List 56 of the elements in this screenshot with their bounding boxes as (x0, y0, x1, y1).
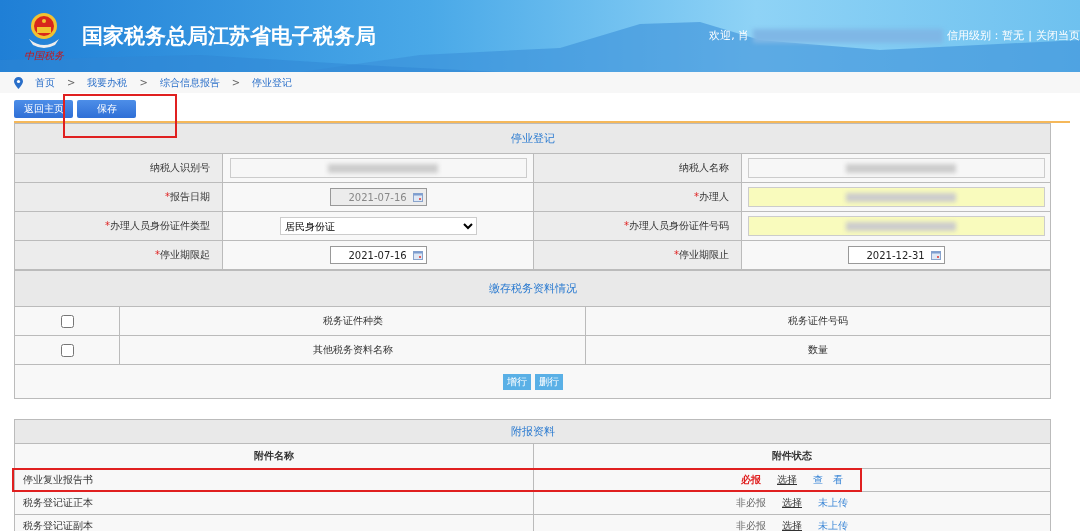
attachment-name: 税务登记证正本 (23, 497, 93, 508)
text-field[interactable] (747, 216, 1045, 236)
column-header: 附件名称 (14, 443, 534, 469)
field-label: *办理人员身份证件类型 (14, 211, 223, 241)
column-header: 附件状态 (533, 443, 1051, 469)
field-label: *办理人 (533, 182, 742, 212)
requirement-status: 非必报 (736, 520, 766, 531)
breadcrumb-link[interactable]: 我要办税 (87, 75, 128, 90)
field-label: *停业期限起 (14, 240, 223, 270)
field-label: 纳税人识别号 (14, 153, 223, 183)
breadcrumb-link[interactable]: 停业登记 (252, 75, 293, 90)
date-field[interactable]: 2021-07-16 (329, 246, 427, 264)
toolbar-button[interactable]: 保存 (77, 100, 136, 118)
text-field[interactable] (229, 158, 527, 178)
id-type-select[interactable]: 居民身份证 (279, 217, 477, 235)
field-label: 纳税人名称 (533, 153, 742, 183)
section-title: 附报资料 (14, 419, 1051, 444)
calendar-icon (412, 192, 423, 202)
view-link[interactable]: 未上传 (818, 520, 848, 531)
location-pin-icon (14, 76, 23, 89)
credit-level: 信用级别：暂无 (947, 28, 1025, 43)
section-title: 停业登记 (14, 123, 1051, 154)
date-field[interactable]: 2021-12-31 (847, 246, 945, 264)
requirement-status: 必报 (741, 474, 761, 485)
field-label: *停业期限止 (533, 240, 742, 270)
table-cell: 税务证件号码 (585, 306, 1051, 336)
field-label: *报告日期 (14, 182, 223, 212)
breadcrumb-link[interactable]: 综合信息报告 (159, 75, 220, 90)
row-checkbox[interactable] (61, 343, 74, 357)
calendar-icon (412, 250, 423, 260)
text-field[interactable] (747, 187, 1045, 207)
select-link[interactable]: 选择 (777, 474, 797, 485)
site-title: 国家税务总局江苏省电子税务局 (82, 23, 376, 50)
logo-caption: 中国税务 (24, 51, 64, 61)
select-link[interactable]: 选择 (782, 497, 802, 508)
view-link[interactable]: 未上传 (818, 497, 848, 508)
breadcrumb-separator: > (67, 77, 76, 88)
table-cell: 税务证件种类 (119, 306, 586, 336)
row-checkbox[interactable] (61, 314, 74, 328)
attachment-name: 税务登记证副本 (23, 520, 93, 531)
welcome-text: 欢迎, 肖 (709, 28, 750, 43)
section-title: 缴存税务资料情况 (14, 270, 1051, 307)
separator-text: | (1028, 29, 1032, 42)
breadcrumb-separator: > (139, 77, 148, 88)
toolbar-button[interactable]: 返回主页 (14, 100, 73, 118)
requirement-status: 非必报 (736, 497, 766, 508)
view-link[interactable]: 查 看 (813, 474, 843, 485)
table-cell: 数量 (585, 335, 1051, 365)
text-field[interactable] (747, 158, 1045, 178)
breadcrumb-link[interactable]: 首页 (35, 75, 55, 90)
table-cell: 其他税务资料名称 (119, 335, 586, 365)
attachment-name: 停业复业报告书 (23, 474, 93, 485)
select-link[interactable]: 选择 (782, 520, 802, 531)
calendar-icon (930, 250, 941, 260)
field-label: *办理人员身份证件号码 (533, 211, 742, 241)
breadcrumb-separator: > (231, 77, 241, 88)
